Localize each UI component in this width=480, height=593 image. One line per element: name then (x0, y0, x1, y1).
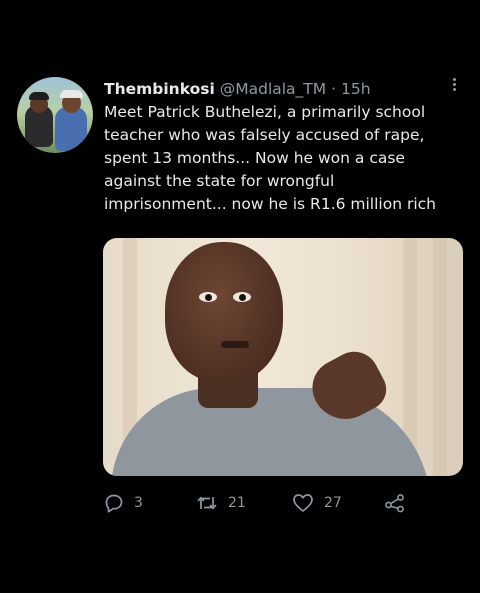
author-name[interactable]: Thembinkosi (104, 80, 215, 98)
retweet-count: 21 (228, 495, 246, 511)
share-button[interactable] (384, 488, 406, 518)
retweet-button[interactable]: 21 (196, 488, 246, 518)
reply-count: 3 (134, 495, 143, 511)
tweet-text-line: spent 13 months... Now he won a case (104, 149, 405, 167)
tweet-text-line: teacher who was falsely accused of rape, (104, 126, 425, 144)
tweet-photo[interactable] (103, 238, 463, 476)
reply-icon[interactable] (104, 493, 124, 513)
tweet-actions: 3 21 27 (0, 488, 480, 518)
avatar[interactable] (17, 77, 93, 153)
more-options-icon[interactable] (448, 76, 460, 96)
tweet-text-line: against the state for wrongful (104, 172, 335, 190)
tweet-text: Meet Patrick Buthelezi, a primarily scho… (104, 101, 454, 216)
like-button[interactable]: 27 (292, 488, 342, 518)
like-count: 27 (324, 495, 342, 511)
heart-icon[interactable] (292, 493, 314, 513)
tweet-text-line: Meet Patrick Buthelezi, a primarily scho… (104, 103, 426, 121)
author-handle[interactable]: @Madlala_TM (220, 80, 326, 98)
retweet-icon[interactable] (196, 493, 218, 513)
tweet-timestamp[interactable]: 15h (341, 80, 371, 98)
tweet-text-line: imprisonment... now he is R1.6 million r… (104, 195, 436, 213)
share-icon[interactable] (384, 493, 406, 513)
tweet-header: Thembinkosi @Madlala_TM · 15h (104, 80, 371, 98)
tweet[interactable]: Thembinkosi @Madlala_TM · 15h Meet Patri… (0, 0, 480, 593)
reply-button[interactable]: 3 (104, 488, 143, 518)
separator-dot: · (331, 80, 337, 98)
